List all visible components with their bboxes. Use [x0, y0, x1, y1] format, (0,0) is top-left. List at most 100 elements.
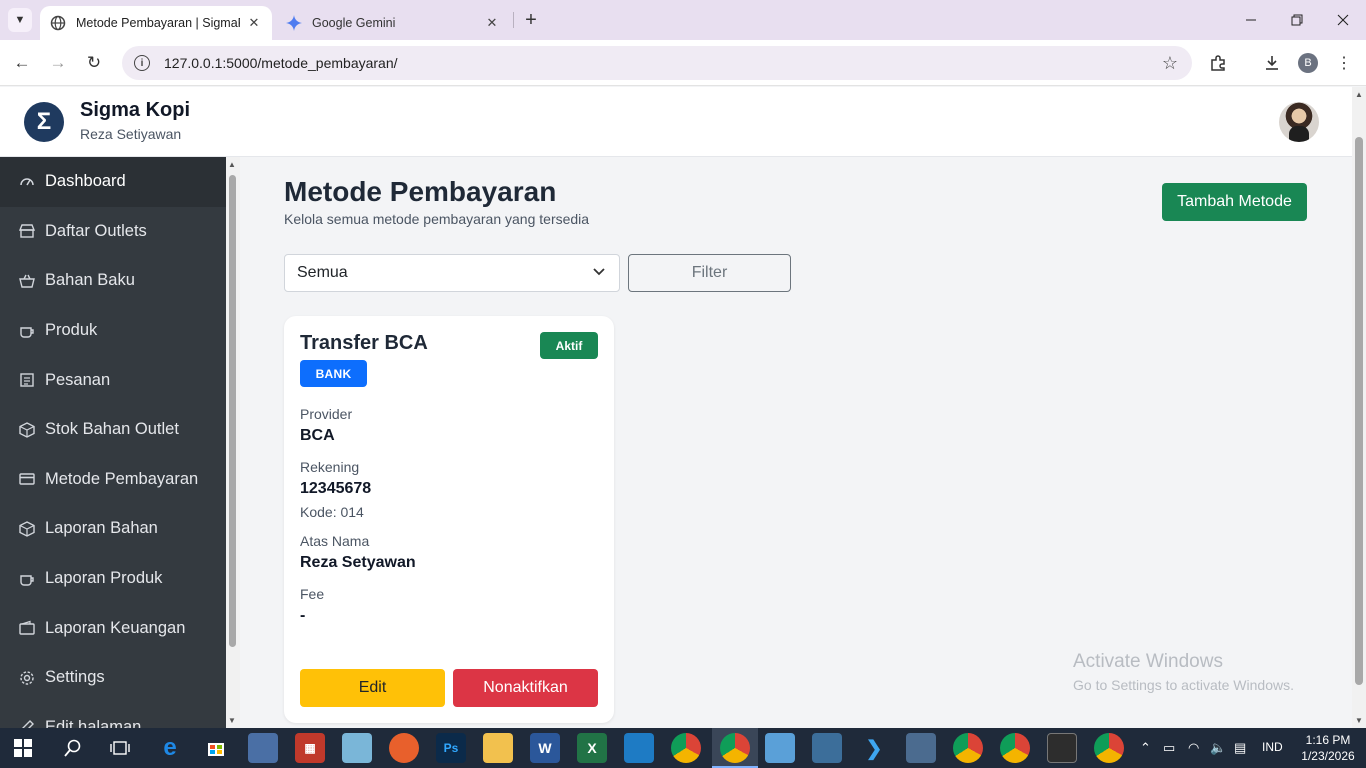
info-icon[interactable]: i	[134, 55, 150, 71]
reload-button[interactable]: ↻	[82, 51, 106, 75]
avatar[interactable]	[1279, 102, 1319, 142]
app-icon[interactable]	[765, 733, 795, 763]
page-scrollbar[interactable]: ▲ ▼	[1352, 87, 1366, 728]
language-indicator[interactable]: IND	[1262, 740, 1283, 754]
sidebar-item-edit-halaman[interactable]: Edit halaman	[0, 703, 226, 728]
url-text[interactable]: 127.0.0.1:5000/metode_pembayaran/	[164, 55, 398, 71]
edit-button[interactable]: Edit	[300, 669, 445, 707]
scroll-up-icon[interactable]: ▲	[228, 160, 236, 169]
forward-button[interactable]: →	[46, 51, 70, 75]
menu-dots-icon[interactable]: ⋮	[1333, 52, 1355, 74]
firefox-icon[interactable]	[389, 733, 419, 763]
task-view-icon[interactable]	[105, 733, 135, 763]
method-name: Transfer BCA	[300, 332, 428, 354]
chrome-icon[interactable]	[671, 733, 701, 763]
add-method-button[interactable]: Tambah Metode	[1162, 183, 1307, 221]
clock[interactable]: 1:16 PM 1/23/2026	[1296, 732, 1360, 764]
sidebar-item-outlets[interactable]: Daftar Outlets	[0, 207, 226, 257]
app-icon[interactable]	[248, 733, 278, 763]
photoshop-icon[interactable]: Ps	[436, 733, 466, 763]
chrome-icon[interactable]	[720, 733, 750, 763]
sidebar-item-label: Metode Pembayaran	[45, 469, 199, 488]
provider-value: BCA	[300, 427, 335, 444]
new-tab-button[interactable]: +	[520, 9, 542, 31]
app-icon[interactable]	[624, 733, 654, 763]
bookmark-star-icon[interactable]: ☆	[1162, 53, 1178, 74]
deactivate-button[interactable]: Nonaktifkan	[453, 669, 598, 707]
download-icon[interactable]	[1261, 52, 1283, 74]
profile-avatar[interactable]: B	[1298, 53, 1318, 73]
back-button[interactable]: ←	[10, 51, 34, 75]
app-icon[interactable]	[1047, 733, 1077, 763]
edge-icon[interactable]: e	[155, 733, 185, 763]
sidebar-item-settings[interactable]: Settings	[0, 653, 226, 703]
app-icon[interactable]: ▦	[295, 733, 325, 763]
notification-icon[interactable]: ▤	[1234, 740, 1246, 756]
chevron-down-icon: ▼	[14, 14, 26, 26]
sidebar-item-label: Dashboard	[45, 172, 126, 191]
sidebar-item-stok-bahan-outlet[interactable]: Stok Bahan Outlet	[0, 405, 226, 455]
browser-tab-gemini[interactable]: Google Gemini ✕	[276, 6, 510, 40]
vscode-icon[interactable]: ❯	[859, 733, 889, 763]
sidebar-scroll-thumb[interactable]	[229, 175, 236, 647]
list-icon	[18, 371, 36, 389]
status-badge: Aktif	[540, 332, 598, 359]
chrome-icon[interactable]	[1094, 733, 1124, 763]
edit-icon	[18, 718, 36, 728]
sidebar-item-pesanan[interactable]: Pesanan	[0, 355, 226, 405]
app-header: Σ Sigma Kopi Reza Setiyawan	[0, 87, 1352, 157]
sidebar: Dashboard Daftar Outlets Bahan Baku Prod…	[0, 157, 226, 728]
scroll-up-icon[interactable]: ▲	[1355, 90, 1363, 99]
file-explorer-icon[interactable]	[483, 733, 513, 763]
sidebar-item-label: Pesanan	[45, 370, 111, 389]
extensions-icon[interactable]	[1207, 52, 1229, 74]
account-label: Rekening	[300, 459, 360, 475]
minimize-button[interactable]	[1236, 8, 1266, 32]
filter-button[interactable]: Filter	[628, 254, 791, 292]
volume-icon[interactable]: 🔈	[1210, 740, 1226, 756]
sidebar-item-bahan-baku[interactable]: Bahan Baku	[0, 256, 226, 306]
payment-method-card: Transfer BCA Aktif BANK Provider BCA Rek…	[284, 316, 614, 723]
reload-icon: ↻	[86, 53, 102, 72]
sidebar-item-metode-pembayaran[interactable]: Metode Pembayaran	[0, 455, 226, 505]
clock-date: 1/23/2026	[1301, 749, 1355, 763]
scroll-down-icon[interactable]: ▼	[228, 716, 236, 725]
sidebar-item-laporan-bahan[interactable]: Laporan Bahan	[0, 504, 226, 554]
browser-tab-active[interactable]: Metode Pembayaran | SigmaFra ✕	[40, 6, 272, 40]
tab-search-button[interactable]: ▼	[8, 8, 32, 32]
address-bar[interactable]: i 127.0.0.1:5000/metode_pembayaran/ ☆	[122, 46, 1192, 80]
sidebar-scrollbar[interactable]: ▲ ▼	[226, 157, 240, 728]
tray-chevron-up-icon[interactable]: ⌃	[1140, 740, 1151, 756]
gauge-icon	[18, 173, 36, 191]
excel-icon[interactable]: X	[577, 733, 607, 763]
close-window-button[interactable]	[1328, 8, 1358, 32]
wifi-icon[interactable]: ◠	[1188, 740, 1199, 756]
word-icon[interactable]: W	[530, 733, 560, 763]
sidebar-item-laporan-keuangan[interactable]: Laporan Keuangan	[0, 603, 226, 653]
sidebar-item-produk[interactable]: Produk	[0, 306, 226, 356]
filter-select-value: Semua	[297, 264, 348, 281]
app-icon[interactable]	[906, 733, 936, 763]
sidebar-item-dashboard[interactable]: Dashboard	[0, 157, 226, 207]
tab-title: Google Gemini	[312, 16, 396, 30]
windows-start-icon[interactable]	[8, 733, 38, 763]
restore-button[interactable]	[1282, 8, 1312, 32]
chrome-icon[interactable]	[1000, 733, 1030, 763]
app-icon[interactable]	[812, 733, 842, 763]
battery-icon[interactable]: ▭	[1163, 740, 1175, 756]
sidebar-item-laporan-produk[interactable]: Laporan Produk	[0, 554, 226, 604]
close-icon[interactable]: ✕	[246, 15, 262, 31]
scroll-down-icon[interactable]: ▼	[1355, 716, 1363, 725]
close-icon[interactable]: ✕	[484, 15, 500, 31]
cup-icon	[18, 322, 36, 340]
fee-value: -	[300, 607, 306, 624]
gear-icon	[18, 669, 36, 687]
brand-logo[interactable]: Σ	[24, 102, 64, 142]
filter-select[interactable]: Semua	[284, 254, 620, 292]
chrome-icon[interactable]	[953, 733, 983, 763]
store-app-icon[interactable]	[201, 733, 231, 763]
page-scroll-thumb[interactable]	[1355, 137, 1363, 685]
sidebar-item-label: Laporan Produk	[45, 569, 163, 588]
search-icon[interactable]	[58, 733, 88, 763]
app-icon[interactable]	[342, 733, 372, 763]
